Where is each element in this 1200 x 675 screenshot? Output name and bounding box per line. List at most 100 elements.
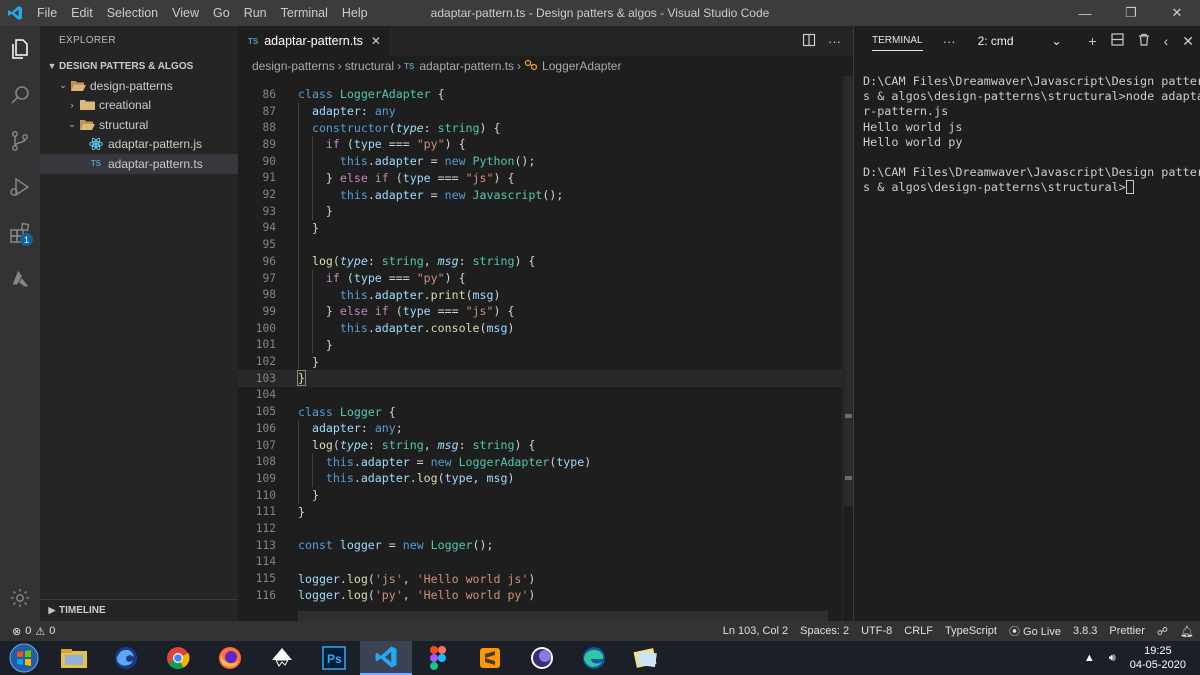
- extensions-icon[interactable]: 1: [0, 210, 40, 256]
- code-token: :: [423, 120, 438, 135]
- source-control-icon[interactable]: [0, 118, 40, 164]
- sublime-app-icon[interactable]: [464, 641, 516, 675]
- close-window-button[interactable]: ✕: [1154, 0, 1200, 26]
- encoding[interactable]: UTF-8: [855, 625, 898, 637]
- code-line: 113 const logger = new Logger();: [238, 537, 842, 554]
- close-icon[interactable]: ✕: [371, 34, 381, 48]
- menu-view[interactable]: View: [165, 0, 206, 26]
- terminal-output[interactable]: D:\CAM Files\Dreamwaver\Javascript\Desig…: [854, 56, 1200, 196]
- tab-label: adaptar-pattern.ts: [264, 34, 363, 48]
- menu-run[interactable]: Run: [237, 0, 274, 26]
- search-icon[interactable]: [0, 72, 40, 118]
- tree-item-label: design-patterns: [90, 78, 173, 93]
- menu-go[interactable]: Go: [206, 0, 237, 26]
- bell-icon[interactable]: 🔔︎: [1174, 625, 1200, 638]
- clock[interactable]: 19:25 04-05-2020: [1122, 644, 1200, 672]
- code-token: .: [423, 321, 431, 336]
- code-editor[interactable]: 86 class LoggerAdapter {87 adapter: any 88…: [238, 76, 842, 621]
- folder-open-icon: [70, 79, 86, 93]
- firefox-app-icon[interactable]: [204, 641, 256, 675]
- tray-expand-icon[interactable]: ▲: [1076, 652, 1103, 664]
- tree-item-design-patterns[interactable]: ⌄ design-patterns: [40, 76, 238, 96]
- tab-adaptar-pattern-ts[interactable]: TS adaptar-pattern.ts ✕: [238, 26, 389, 56]
- chevron-left-icon[interactable]: ‹: [1164, 33, 1169, 49]
- terminal-tab[interactable]: TERMINAL: [872, 31, 923, 51]
- ts-version[interactable]: 3.8.3: [1067, 625, 1103, 637]
- figma-app-icon[interactable]: [412, 641, 464, 675]
- code-line-partial: [238, 76, 842, 82]
- code-token: logger: [298, 571, 340, 586]
- explorer-icon[interactable]: [0, 26, 40, 72]
- indentation[interactable]: Spaces: 2: [794, 625, 855, 637]
- split-terminal-icon[interactable]: [1110, 33, 1124, 49]
- chrome-app-icon[interactable]: [152, 641, 204, 675]
- explorer-sidebar: EXPLORER ▼ DESIGN PATTERS & ALGOS ⌄ desig…: [40, 26, 238, 621]
- menu-file[interactable]: File: [30, 0, 64, 26]
- close-icon[interactable]: ✕: [1182, 33, 1194, 50]
- photoshop-app-icon[interactable]: Ps: [308, 641, 360, 675]
- chevron-right-icon: ▶: [48, 605, 56, 615]
- problems-status[interactable]: ⊗ 0 ⚠ 0: [0, 625, 55, 638]
- terminal-more-icon[interactable]: ···: [943, 34, 956, 49]
- line-code: class Logger {: [298, 405, 396, 419]
- feedback-icon[interactable]: ☍: [1151, 625, 1174, 638]
- breadcrumb-item[interactable]: LoggerAdapter: [542, 59, 621, 73]
- edge-app-icon[interactable]: [568, 641, 620, 675]
- firefox-nightly-app-icon[interactable]: [100, 641, 152, 675]
- file-explorer-app-icon[interactable]: [48, 641, 100, 675]
- gear-icon[interactable]: [0, 583, 40, 613]
- typescript-file-icon: TS: [90, 159, 102, 169]
- language-mode[interactable]: TypeScript: [939, 625, 1003, 637]
- code-token: else if: [339, 170, 389, 185]
- azure-icon[interactable]: [0, 256, 40, 302]
- scrollbar-thumb[interactable]: [844, 76, 853, 506]
- line-ending[interactable]: CRLF: [898, 625, 939, 637]
- run-debug-icon[interactable]: [0, 164, 40, 210]
- chevron-right-icon: ›: [517, 59, 522, 73]
- menu-terminal[interactable]: Terminal: [274, 0, 335, 26]
- tree-item-label: creational: [99, 98, 152, 113]
- tree-item-creational[interactable]: › creational: [40, 96, 238, 116]
- inkscape-app-icon[interactable]: [256, 641, 308, 675]
- code-token: .: [339, 588, 347, 603]
- cursor-position[interactable]: Ln 103, Col 2: [717, 625, 794, 637]
- code-token: .: [409, 471, 417, 486]
- go-live-button[interactable]: ⦿ Go Live: [1003, 623, 1067, 639]
- prettier-status[interactable]: Prettier: [1103, 625, 1150, 637]
- line-code: this.adapter = new LoggerAdapter(type): [298, 455, 591, 469]
- vertical-scrollbar[interactable]: [842, 76, 853, 621]
- tree-item-structural[interactable]: ⌄ structural: [40, 115, 238, 135]
- split-editor-icon[interactable]: [802, 33, 816, 50]
- code-token: ===: [430, 304, 466, 319]
- eclipse-app-icon[interactable]: [516, 641, 568, 675]
- line-number: 112: [255, 522, 276, 536]
- workspace-section[interactable]: ▼ DESIGN PATTERS & ALGOS: [40, 56, 238, 76]
- code-token: adapter: [360, 471, 410, 486]
- breadcrumb-item[interactable]: design-patterns: [252, 59, 335, 73]
- notes-app-icon[interactable]: [620, 641, 672, 675]
- code-token: Logger: [430, 538, 473, 553]
- menu-help[interactable]: Help: [335, 0, 375, 26]
- vscode-app-icon[interactable]: [360, 641, 412, 675]
- volume-icon[interactable]: 🔊︎: [1103, 652, 1122, 665]
- code-token: log: [416, 471, 438, 486]
- restore-button[interactable]: ❐: [1108, 0, 1154, 26]
- menu-selection[interactable]: Selection: [100, 0, 165, 26]
- menu-edit[interactable]: Edit: [64, 0, 100, 26]
- horizontal-scrollbar[interactable]: [298, 611, 828, 621]
- breadcrumb-item[interactable]: adaptar-pattern.ts: [419, 59, 514, 73]
- terminal-shell-select[interactable]: 2: cmd ⌄: [973, 31, 1066, 51]
- terminal-text: s & algos\design-patterns\structural>nod…: [863, 89, 1200, 104]
- trash-icon[interactable]: [1138, 33, 1150, 49]
- tree-item-adaptar-pattern-ts[interactable]: TS adaptar-pattern.ts: [40, 154, 238, 174]
- breadcrumb-item[interactable]: structural: [345, 59, 394, 73]
- tree-item-adaptar-pattern-js[interactable]: adaptar-pattern.js: [40, 135, 238, 155]
- line-number: 114: [255, 555, 276, 569]
- new-terminal-icon[interactable]: +: [1088, 33, 1096, 49]
- code-token: ===: [381, 271, 417, 286]
- timeline-section[interactable]: ▶ TIMELINE: [40, 599, 238, 621]
- start-button[interactable]: [0, 641, 48, 675]
- minimize-button[interactable]: —: [1062, 0, 1108, 26]
- more-actions-icon[interactable]: ···: [828, 34, 841, 49]
